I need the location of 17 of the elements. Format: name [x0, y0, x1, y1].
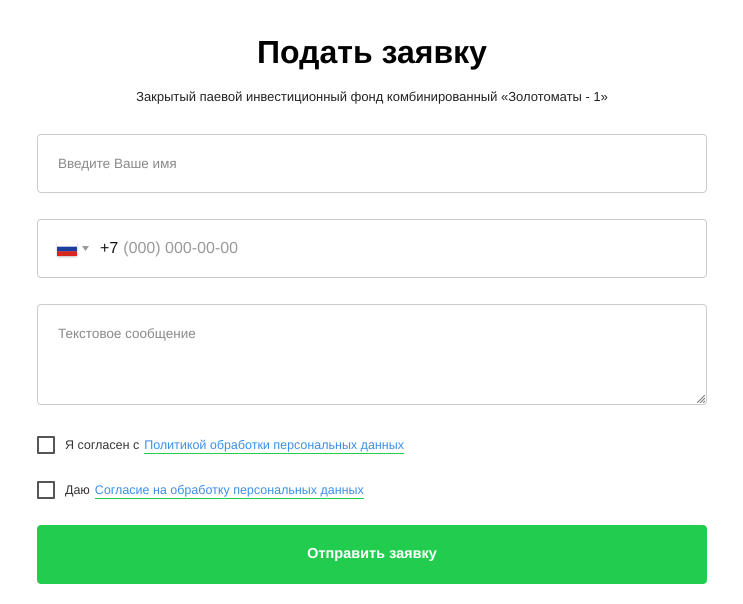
form-title: Подать заявку: [256, 33, 488, 72]
caret-down-icon: [82, 246, 89, 251]
consent-link[interactable]: Политикой обработки персональных данных: [144, 436, 404, 454]
resize-handle-icon[interactable]: [697, 395, 705, 403]
flag-icon: [57, 242, 77, 256]
name-input-field[interactable]: Введите Ваше имя: [37, 134, 707, 193]
submit-button[interactable]: Отправить заявку: [37, 525, 707, 584]
phone-prefix: +7: [100, 238, 118, 258]
message-textarea-field[interactable]: Текстовое сообщение: [37, 304, 707, 405]
consent-text: Даю: [65, 482, 90, 499]
consent-checkbox[interactable]: [37, 436, 55, 454]
phone-number-input[interactable]: (000) 000-00-00: [123, 236, 686, 260]
phone-input-field[interactable]: +7 (000) 000-00-00: [37, 219, 707, 278]
consent-checkbox[interactable]: [37, 481, 55, 499]
consent-link[interactable]: Согласие на обработку персональных данных: [94, 482, 364, 498]
form-subtitle: Закрытый паевой инвестиционный фонд комбинированный «Золотоматы - 1»: [135, 88, 609, 106]
consent-text: Я согласен с: [65, 436, 140, 454]
